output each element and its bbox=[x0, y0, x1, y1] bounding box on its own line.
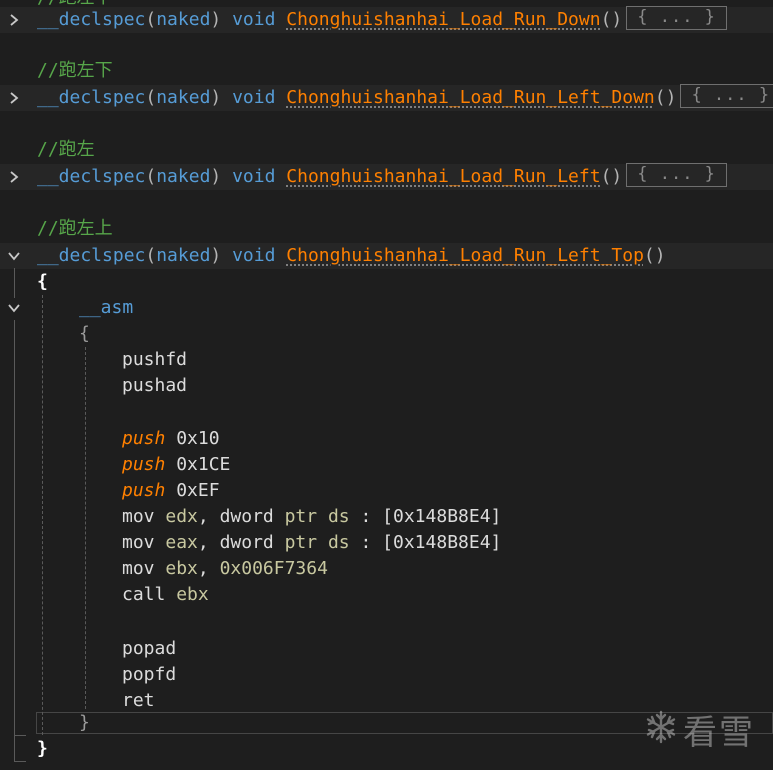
code-line[interactable]: __declspec(naked) void Chonghuishanhai_L… bbox=[0, 243, 773, 269]
indent-guide bbox=[85, 347, 86, 709]
code-line: push 0x1CE bbox=[0, 452, 773, 478]
function-name[interactable]: Chonghuishanhai_Load_Run_Left_Top bbox=[286, 245, 644, 266]
function-declaration: __declspec(naked) void Chonghuishanhai_L… bbox=[37, 84, 773, 111]
fold-guide-end bbox=[14, 735, 26, 736]
collapsed-block-button[interactable]: { ... } bbox=[626, 163, 727, 187]
fold-guide-line bbox=[14, 320, 15, 762]
asm-instruction: popfd bbox=[122, 664, 177, 685]
code-line: call ebx bbox=[0, 582, 773, 608]
code-line: push 0xEF bbox=[0, 478, 773, 504]
asm-instruction: call ebx bbox=[122, 584, 209, 605]
indent-guide bbox=[42, 295, 43, 735]
comment-text: //跑左下 bbox=[37, 60, 113, 81]
collapse-chevron-icon[interactable] bbox=[4, 243, 24, 269]
snowflake-icon bbox=[643, 709, 679, 750]
fold-guide-end bbox=[14, 761, 26, 762]
function-name[interactable]: Chonghuishanhai_Load_Run_Left bbox=[286, 166, 600, 187]
asm-open-brace: { bbox=[79, 323, 90, 344]
expand-chevron-icon[interactable] bbox=[4, 7, 24, 33]
asm-keyword: __asm bbox=[79, 297, 134, 318]
function-declaration: __declspec(naked) void Chonghuishanhai_L… bbox=[37, 245, 666, 266]
collapsed-block-button[interactable]: { ... } bbox=[626, 6, 727, 30]
comment-text: //跑左上 bbox=[37, 218, 113, 239]
code-line[interactable]: __asm bbox=[0, 295, 773, 321]
code-editor[interactable]: //跑左下 __declspec(naked) void Chonghuisha… bbox=[0, 0, 773, 770]
asm-instruction: push 0x10 bbox=[122, 428, 220, 449]
code-line[interactable]: __declspec(naked) void Chonghuishanhai_L… bbox=[0, 84, 773, 111]
fold-guide-line bbox=[14, 268, 15, 298]
code-line: //跑左 bbox=[0, 137, 773, 163]
asm-instruction: pushfd bbox=[122, 349, 188, 370]
function-declaration: __declspec(naked) void Chonghuishanhai_L… bbox=[37, 163, 727, 190]
code-line: push 0x10 bbox=[0, 426, 773, 452]
function-name[interactable]: Chonghuishanhai_Load_Run_Left_Down bbox=[286, 87, 654, 108]
open-brace: { bbox=[37, 271, 48, 292]
close-brace: } bbox=[37, 738, 48, 759]
watermark: 看雪 bbox=[643, 705, 755, 754]
asm-instruction: popad bbox=[122, 638, 177, 659]
code-line: mov edx, dword ptr ds : [0x148B8E4] bbox=[0, 504, 773, 530]
asm-instruction: push 0xEF bbox=[122, 480, 220, 501]
code-line: popad bbox=[0, 636, 773, 662]
code-line: popfd bbox=[0, 662, 773, 688]
asm-instruction: push 0x1CE bbox=[122, 454, 231, 475]
code-line: pushfd bbox=[0, 347, 773, 373]
code-line: mov eax, dword ptr ds : [0x148B8E4] bbox=[0, 530, 773, 556]
code-line: pushad bbox=[0, 373, 773, 399]
code-line: //跑左下 bbox=[0, 58, 773, 84]
expand-chevron-icon[interactable] bbox=[4, 85, 24, 111]
code-line: { bbox=[0, 269, 773, 295]
collapse-chevron-icon[interactable] bbox=[4, 295, 24, 321]
code-line: mov ebx, 0x006F7364 bbox=[0, 556, 773, 582]
function-name[interactable]: Chonghuishanhai_Load_Run_Down bbox=[286, 9, 600, 30]
asm-instruction: mov edx, dword ptr ds : [0x148B8E4] bbox=[122, 506, 502, 527]
watermark-text: 看雪 bbox=[683, 713, 755, 753]
comment-text: //跑左 bbox=[37, 139, 95, 160]
asm-instruction: mov ebx, 0x006F7364 bbox=[122, 558, 328, 579]
asm-instruction: pushad bbox=[122, 375, 188, 396]
code-line[interactable]: __declspec(naked) void Chonghuishanhai_L… bbox=[0, 6, 773, 33]
code-line: //跑左上 bbox=[0, 216, 773, 242]
code-line: { bbox=[0, 321, 773, 347]
function-declaration: __declspec(naked) void Chonghuishanhai_L… bbox=[37, 6, 727, 33]
code-line[interactable]: __declspec(naked) void Chonghuishanhai_L… bbox=[0, 163, 773, 190]
asm-instruction: mov eax, dword ptr ds : [0x148B8E4] bbox=[122, 532, 502, 553]
expand-chevron-icon[interactable] bbox=[4, 164, 24, 190]
asm-close-brace: } bbox=[79, 712, 90, 733]
collapsed-block-button[interactable]: { ... } bbox=[680, 84, 773, 108]
